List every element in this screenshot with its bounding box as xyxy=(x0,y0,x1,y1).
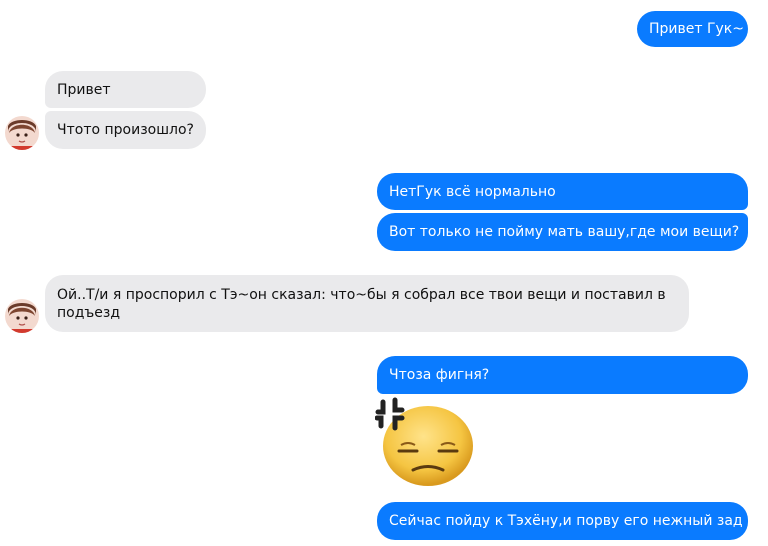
message-text: Чтоза фигня? xyxy=(389,367,490,383)
message-text: Ой..Т/и я проспорил с Тэ~он сказал: что~… xyxy=(57,286,666,321)
message-bubble-incoming[interactable]: Ой..Т/и я проспорил с Тэ~он сказал: что~… xyxy=(45,275,689,332)
message-text: Сейчас пойду к Тэхёну,и порву его нежный… xyxy=(389,513,743,529)
message-text: Вот только не пойму мать вашу,где мои ве… xyxy=(389,224,740,240)
message-text: Привет xyxy=(57,81,111,98)
contact-avatar[interactable] xyxy=(5,116,39,150)
message-bubble-outgoing[interactable]: Вот только не пойму мать вашу,где мои ве… xyxy=(377,213,748,251)
message-text: НетГук всё нормально xyxy=(389,183,556,200)
message-bubble-outgoing[interactable]: Сейчас пойду к Тэхёну,и порву его нежный… xyxy=(377,502,748,540)
message-text: Привет Гук~ xyxy=(649,21,744,37)
message-bubble-outgoing[interactable]: НетГук всё нормально xyxy=(377,173,748,210)
message-bubble-incoming[interactable]: Чтото произошло? xyxy=(45,111,206,149)
message-bubble-incoming[interactable]: Привет xyxy=(45,71,206,108)
contact-avatar[interactable] xyxy=(5,299,39,333)
annoyed-face-emoji xyxy=(374,396,475,492)
message-bubble-outgoing[interactable]: Привет Гук~ xyxy=(637,11,748,47)
message-bubble-outgoing[interactable]: Чтоза фигня? xyxy=(377,356,748,394)
message-text: Чтото произошло? xyxy=(57,122,194,138)
